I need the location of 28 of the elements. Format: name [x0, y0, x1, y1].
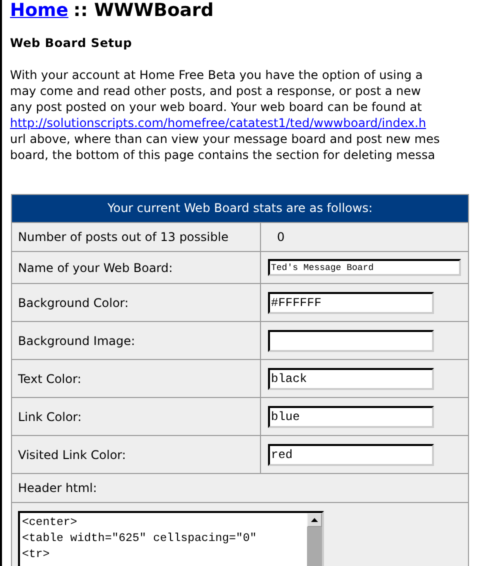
input-field[interactable]: blue	[268, 406, 434, 428]
intro-text-line: board, the bottom of this page contains the section for deleting messa	[10, 147, 436, 163]
field-label: Number of posts out of 13 possible	[12, 223, 261, 251]
input-field[interactable]: #FFFFFF	[268, 292, 434, 314]
post-count: 0	[277, 230, 285, 244]
intro-text-line: any post posted on your web board. Your web board can be found at	[10, 99, 422, 115]
scroll-up-button[interactable]	[307, 513, 322, 527]
page-title: :: WWWBoard	[73, 0, 214, 21]
table-header: Your current Web Board stats are as follows:	[12, 195, 468, 222]
input-field[interactable]	[268, 330, 434, 352]
board-url-link[interactable]: http://solutionscripts.com/homefree/catatest1/ted/wwwboard/index.h	[10, 115, 426, 131]
intro-text-line: With your account at Home Free Beta you have the option of using a	[10, 67, 423, 83]
field-label: Background Image:	[12, 322, 261, 359]
intro-text-line: url above, where than can view your message board and post new mes	[10, 131, 440, 147]
field-label: Name of your Web Board:	[12, 252, 261, 283]
home-link[interactable]: Home	[10, 0, 68, 21]
input-field[interactable]: black	[268, 368, 434, 390]
field-label: Text Color:	[12, 360, 261, 397]
field-label: Link Color:	[12, 398, 261, 435]
text-area[interactable]: <center> <table width="625" cellspacing="0" <tr>	[18, 511, 324, 566]
input-field[interactable]: Ted's Message Board	[268, 259, 461, 276]
field-label: Header html:	[17, 480, 98, 497]
section-heading: Web Board Setup	[10, 36, 134, 50]
intro-text-line: may come and read other posts, and post a response, or post a new	[10, 83, 421, 99]
up-arrow-icon	[311, 518, 318, 522]
field-label: Background Color:	[12, 284, 261, 321]
field-label: Visited Link Color:	[12, 436, 261, 473]
input-field[interactable]: red	[268, 444, 434, 466]
